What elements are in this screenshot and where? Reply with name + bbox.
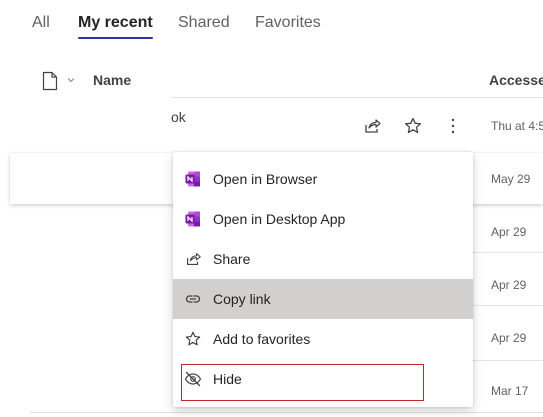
menu-item-label: Hide xyxy=(213,371,242,387)
column-header-accessed[interactable]: Accessed xyxy=(489,72,543,88)
row-accessed-date: Apr 29 xyxy=(491,278,527,292)
menu-item-share[interactable]: Share xyxy=(173,239,473,279)
file-name-fragment[interactable]: ok xyxy=(171,109,186,125)
menu-item-add-to-favorites[interactable]: Add to favorites xyxy=(173,319,473,359)
tab-favorites[interactable]: Favorites xyxy=(255,13,321,33)
tab-all[interactable]: All xyxy=(32,13,50,33)
menu-item-label: Open in Desktop App xyxy=(213,211,346,227)
hide-icon xyxy=(184,371,202,387)
share-icon xyxy=(187,253,201,265)
menu-item-label: Copy link xyxy=(213,291,271,307)
file-type-icon[interactable] xyxy=(41,71,59,91)
onenote-icon xyxy=(185,171,200,187)
recent-files-page: All My recent Shared Favorites Name Acce… xyxy=(0,0,543,417)
row-accessed-date: Apr 29 xyxy=(491,225,527,239)
row-divider xyxy=(170,97,543,98)
row-divider xyxy=(473,305,543,306)
row-divider xyxy=(473,360,543,361)
menu-item-hide[interactable]: Hide xyxy=(173,359,473,399)
star-icon xyxy=(185,331,201,346)
more-vertical-icon[interactable] xyxy=(443,116,463,136)
menu-item-label: Open in Browser xyxy=(213,171,318,187)
row-divider xyxy=(30,412,543,413)
context-menu: Open in Browser Open in Desktop App Shar… xyxy=(173,152,473,407)
row-divider xyxy=(473,252,543,253)
column-header-name[interactable]: Name xyxy=(93,72,131,88)
row-accessed-date: Apr 29 xyxy=(491,331,527,345)
chevron-down-icon[interactable] xyxy=(66,75,76,85)
menu-item-open-in-desktop-app[interactable]: Open in Desktop App xyxy=(173,199,473,239)
menu-item-label: Add to favorites xyxy=(213,331,311,347)
menu-item-copy-link[interactable]: Copy link xyxy=(173,279,473,319)
tab-my-recent[interactable]: My recent xyxy=(78,13,153,39)
active-tab-indicator xyxy=(78,37,153,39)
onenote-icon xyxy=(185,211,200,227)
star-icon[interactable] xyxy=(403,116,423,136)
tab-shared[interactable]: Shared xyxy=(178,13,230,33)
row-accessed-date: May 29 xyxy=(491,172,531,186)
menu-item-open-in-browser[interactable]: Open in Browser xyxy=(173,159,473,199)
menu-item-label: Share xyxy=(213,251,251,267)
row-accessed-date: Thu at 4:5 xyxy=(491,119,543,133)
row-accessed-date: Mar 17 xyxy=(491,384,529,398)
tab-my-recent-label: My recent xyxy=(78,14,153,31)
link-icon xyxy=(185,295,201,303)
share-icon[interactable] xyxy=(362,116,382,136)
